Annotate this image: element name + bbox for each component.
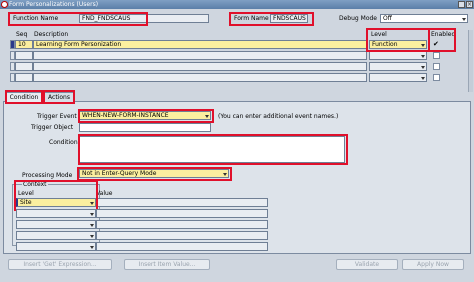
- enabled-checkbox[interactable]: [433, 63, 440, 70]
- description-field[interactable]: [33, 73, 367, 82]
- level-highlight: [366, 28, 430, 52]
- chevron-down-icon: [90, 213, 94, 216]
- chevron-down-icon: [90, 224, 94, 227]
- insert-item-value-button[interactable]: Insert Item Value...: [124, 259, 210, 270]
- description-column-header: Description: [34, 31, 69, 38]
- enabled-checkbox[interactable]: [433, 52, 440, 59]
- seq-column-header: Seq: [16, 31, 28, 38]
- trigger-object-label: Trigger Object: [31, 124, 74, 131]
- level-select[interactable]: [369, 73, 427, 82]
- enabled-highlight: [428, 28, 456, 52]
- seq-field[interactable]: [15, 73, 33, 82]
- debug-mode-label: Debug Mode: [339, 15, 377, 22]
- validate-button[interactable]: Validate: [336, 259, 398, 270]
- description-field[interactable]: [33, 51, 367, 60]
- context-value-field[interactable]: [96, 198, 268, 207]
- trigger-object-field[interactable]: [79, 123, 211, 132]
- context-level-select[interactable]: [16, 209, 96, 218]
- context-level-select[interactable]: [16, 220, 96, 229]
- condition-highlight: [78, 134, 348, 165]
- description-field[interactable]: [33, 62, 367, 71]
- apply-now-button[interactable]: Apply Now: [402, 259, 464, 270]
- function-name-highlight: [8, 12, 148, 26]
- seq-field[interactable]: [15, 51, 33, 60]
- description-field[interactable]: Learning Form Personization: [33, 40, 367, 49]
- context-value-field[interactable]: [96, 220, 268, 229]
- grid-scrollbar[interactable]: [468, 30, 473, 92]
- maximize-icon[interactable]: [458, 1, 465, 8]
- window-title: Form Personalizations (Users): [9, 1, 99, 8]
- level-select[interactable]: [369, 51, 427, 60]
- context-value-field[interactable]: [96, 209, 268, 218]
- condition-label: Condition: [49, 139, 78, 146]
- debug-mode-select[interactable]: Off: [380, 14, 468, 23]
- processing-mode-highlight: [77, 167, 232, 181]
- condition-tab-highlight: [5, 90, 43, 104]
- chevron-down-icon: [90, 235, 94, 238]
- context-highlight: [14, 180, 98, 211]
- chevron-down-icon: [421, 55, 425, 58]
- chevron-down-icon: [90, 246, 94, 249]
- level-select[interactable]: [369, 62, 427, 71]
- oracle-app-icon: [1, 1, 8, 8]
- processing-mode-label: Processing Mode: [22, 172, 73, 179]
- close-icon[interactable]: ×: [466, 1, 473, 8]
- form-name-highlight: [229, 12, 314, 26]
- trigger-event-label: Trigger Event: [37, 113, 77, 120]
- enabled-checkbox[interactable]: [433, 74, 440, 81]
- actions-tab-highlight: [43, 90, 75, 104]
- context-value-field[interactable]: [96, 231, 268, 240]
- context-level-select[interactable]: [16, 242, 96, 251]
- chevron-down-icon: [421, 77, 425, 80]
- context-level-select[interactable]: [16, 231, 96, 240]
- seq-field[interactable]: 10: [15, 40, 33, 49]
- chevron-down-icon: [462, 18, 466, 21]
- context-value-field[interactable]: [96, 242, 268, 251]
- debug-mode-value: Off: [383, 15, 392, 22]
- trigger-event-highlight: [78, 109, 214, 123]
- insert-get-expression-button[interactable]: Insert 'Get' Expression...: [8, 259, 112, 270]
- context-value-header: Value: [96, 190, 113, 197]
- seq-field[interactable]: [15, 62, 33, 71]
- chevron-down-icon: [421, 66, 425, 69]
- trigger-event-hint: (You can enter additional event names.): [218, 113, 339, 120]
